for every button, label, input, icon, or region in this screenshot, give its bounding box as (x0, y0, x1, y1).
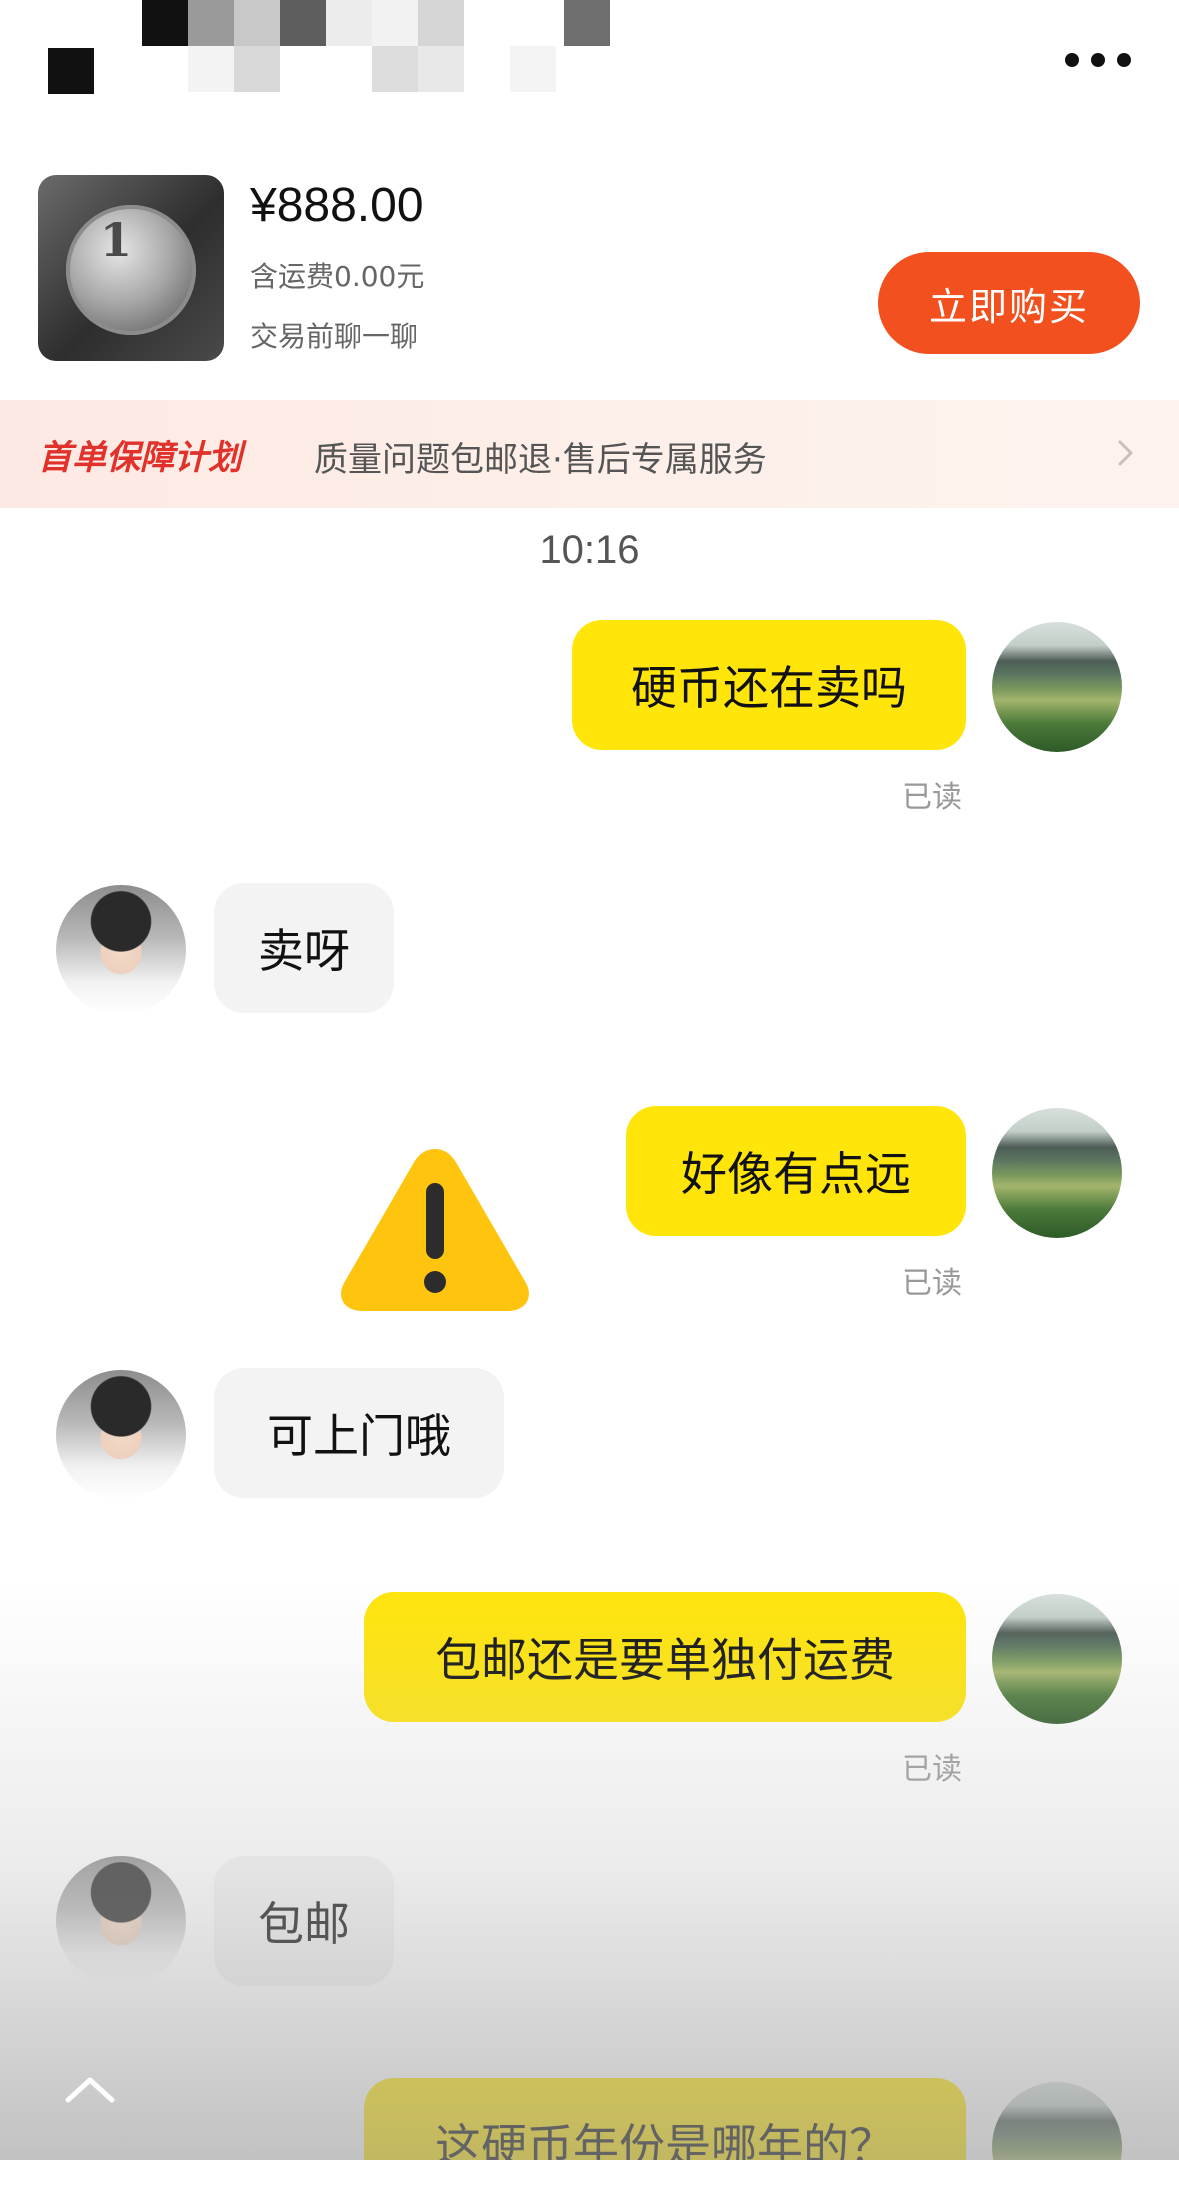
chevron-right-icon[interactable] (1111, 438, 1141, 468)
censored-block (510, 46, 556, 92)
message-bubble-received[interactable]: 包邮 (214, 1856, 394, 1986)
censored-block (48, 48, 94, 94)
avatar[interactable] (992, 1594, 1122, 1724)
product-card[interactable]: 1 ¥888.00 含运费0.00元 交易前聊一聊 立即购买 (0, 150, 1179, 390)
chat-timestamp: 10:16 (539, 528, 640, 572)
avatar[interactable] (56, 885, 186, 1015)
avatar[interactable] (56, 1856, 186, 1986)
censored-block (326, 0, 372, 46)
censored-block (280, 0, 326, 46)
status-bar (0, 0, 1179, 110)
message-bubble-received[interactable]: 可上门哦 (214, 1368, 504, 1498)
censored-block (234, 46, 280, 92)
censored-block (142, 0, 188, 46)
censored-block (418, 46, 464, 92)
message-bubble-received[interactable]: 卖呀 (214, 883, 394, 1013)
warning-icon (341, 1149, 529, 1311)
guarantee-banner[interactable]: 首单保障计划 质量问题包邮退·售后专属服务 (0, 400, 1179, 508)
avatar[interactable] (992, 1108, 1122, 1238)
banner-description: 质量问题包邮退·售后专属服务 (314, 440, 767, 480)
avatar[interactable] (992, 622, 1122, 752)
chat-screen: 1 ¥888.00 含运费0.00元 交易前聊一聊 立即购买 首单保障计划 质量… (0, 0, 1179, 2207)
censored-block (564, 0, 610, 46)
coin-image[interactable]: 1 (38, 175, 224, 361)
message-bubble-sent[interactable]: 包邮还是要单独付运费 (364, 1592, 966, 1722)
censored-block (188, 0, 234, 46)
censored-block (418, 0, 464, 46)
message-bubble-sent[interactable]: 好像有点远 (626, 1106, 966, 1236)
shipping-fee: 含运费0.00元 (250, 260, 425, 293)
read-receipt: 已读 (902, 780, 962, 815)
censored-block (234, 0, 280, 46)
chat-hint: 交易前聊一聊 (250, 320, 419, 353)
read-receipt: 已读 (902, 1266, 962, 1301)
censored-block (372, 0, 418, 46)
censored-block (188, 46, 234, 92)
message-bubble-sent[interactable]: 硬币还在卖吗 (572, 620, 966, 750)
product-price: ¥888.00 (250, 179, 424, 232)
banner-title: 首单保障计划 (38, 438, 242, 478)
avatar[interactable] (56, 1370, 186, 1500)
more-icon[interactable] (1051, 50, 1131, 70)
censored-block (372, 46, 418, 92)
buy-now-button[interactable]: 立即购买 (878, 252, 1140, 354)
bottom-bar (0, 2160, 1179, 2207)
read-receipt: 已读 (902, 1752, 962, 1787)
chevron-up-icon[interactable] (60, 2070, 120, 2110)
